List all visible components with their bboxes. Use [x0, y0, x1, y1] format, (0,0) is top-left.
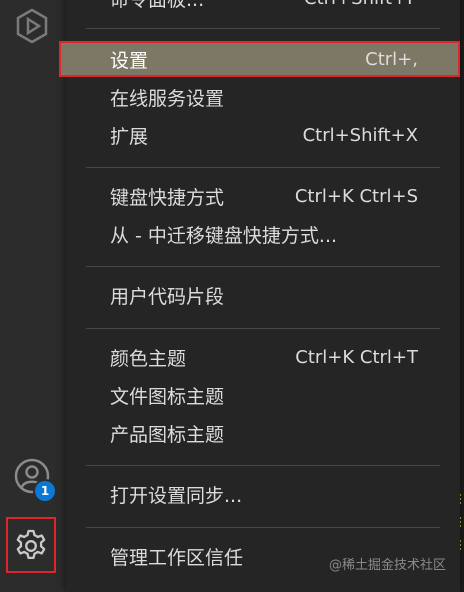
menu-item-label: 扩展	[110, 125, 149, 148]
activity-bar: 1	[0, 0, 66, 592]
menu-item-label: 键盘快捷方式	[110, 186, 225, 209]
menu-item-label: 设置	[110, 49, 149, 72]
gear-icon	[16, 529, 46, 560]
menu-item-label: 打开设置同步...	[110, 484, 243, 507]
menu-item-shortcut: Ctrl+Shift+P	[304, 0, 418, 9]
menu-item-shortcut: Ctrl+Shift+X	[302, 124, 418, 146]
menu-item-label: 颜色主题	[110, 347, 187, 370]
manage-gear-button[interactable]	[6, 517, 56, 573]
menu-item-label: 从 - 中迁移键盘快捷方式...	[110, 224, 338, 247]
menu-item-label: 用户代码片段	[110, 285, 225, 308]
menu-separator	[86, 328, 440, 329]
menu-item-migrate-keyboard-shortcuts[interactable]: 从 - 中迁移键盘快捷方式...	[86, 216, 460, 252]
menu-item-settings[interactable]: 设置 Ctrl+,	[59, 41, 460, 77]
menu-separator	[86, 28, 440, 29]
menu-item-label: 在线服务设置	[110, 87, 225, 110]
menu-item-product-icon-theme[interactable]: 产品图标主题	[86, 415, 460, 451]
menu-item-color-theme[interactable]: 颜色主题 Ctrl+K Ctrl+T	[86, 339, 460, 375]
account-badge: 1	[33, 479, 57, 503]
remote-explorer-icon[interactable]	[12, 6, 52, 46]
menu-separator	[86, 465, 440, 466]
menu-item-label: 文件图标主题	[110, 385, 225, 408]
watermark: @稀土掘金技术社区	[328, 558, 446, 573]
menu-item-shortcut: Ctrl+K Ctrl+S	[294, 185, 418, 207]
vscode-window: 1 命令面板... Ctrl+Shift+P 设置 Ctrl+, 在线服务设置	[0, 0, 464, 592]
menu-item-file-icon-theme[interactable]: 文件图标主题	[86, 377, 460, 413]
menu-item-label: 产品图标主题	[110, 423, 225, 446]
manage-context-menu: 命令面板... Ctrl+Shift+P 设置 Ctrl+, 在线服务设置 扩展…	[59, 0, 460, 592]
menu-item-command-palette[interactable]: 命令面板... Ctrl+Shift+P	[86, 0, 460, 16]
menu-separator	[86, 266, 440, 267]
menu-item-turn-on-settings-sync[interactable]: 打开设置同步...	[86, 476, 460, 512]
menu-separator	[86, 527, 440, 528]
menu-separator	[86, 167, 440, 168]
menu-item-label: 命令面板...	[110, 0, 204, 12]
menu-item-label: 管理工作区信任	[110, 546, 244, 569]
menu-item-shortcut: Ctrl+,	[365, 48, 418, 70]
menu-item-user-snippets[interactable]: 用户代码片段	[86, 277, 460, 313]
menu-item-online-services-settings[interactable]: 在线服务设置	[86, 79, 460, 115]
menu-item-keyboard-shortcuts[interactable]: 键盘快捷方式 Ctrl+K Ctrl+S	[86, 178, 460, 214]
menu-item-extensions[interactable]: 扩展 Ctrl+Shift+X	[86, 117, 460, 153]
menu-item-shortcut: Ctrl+K Ctrl+T	[295, 346, 418, 368]
